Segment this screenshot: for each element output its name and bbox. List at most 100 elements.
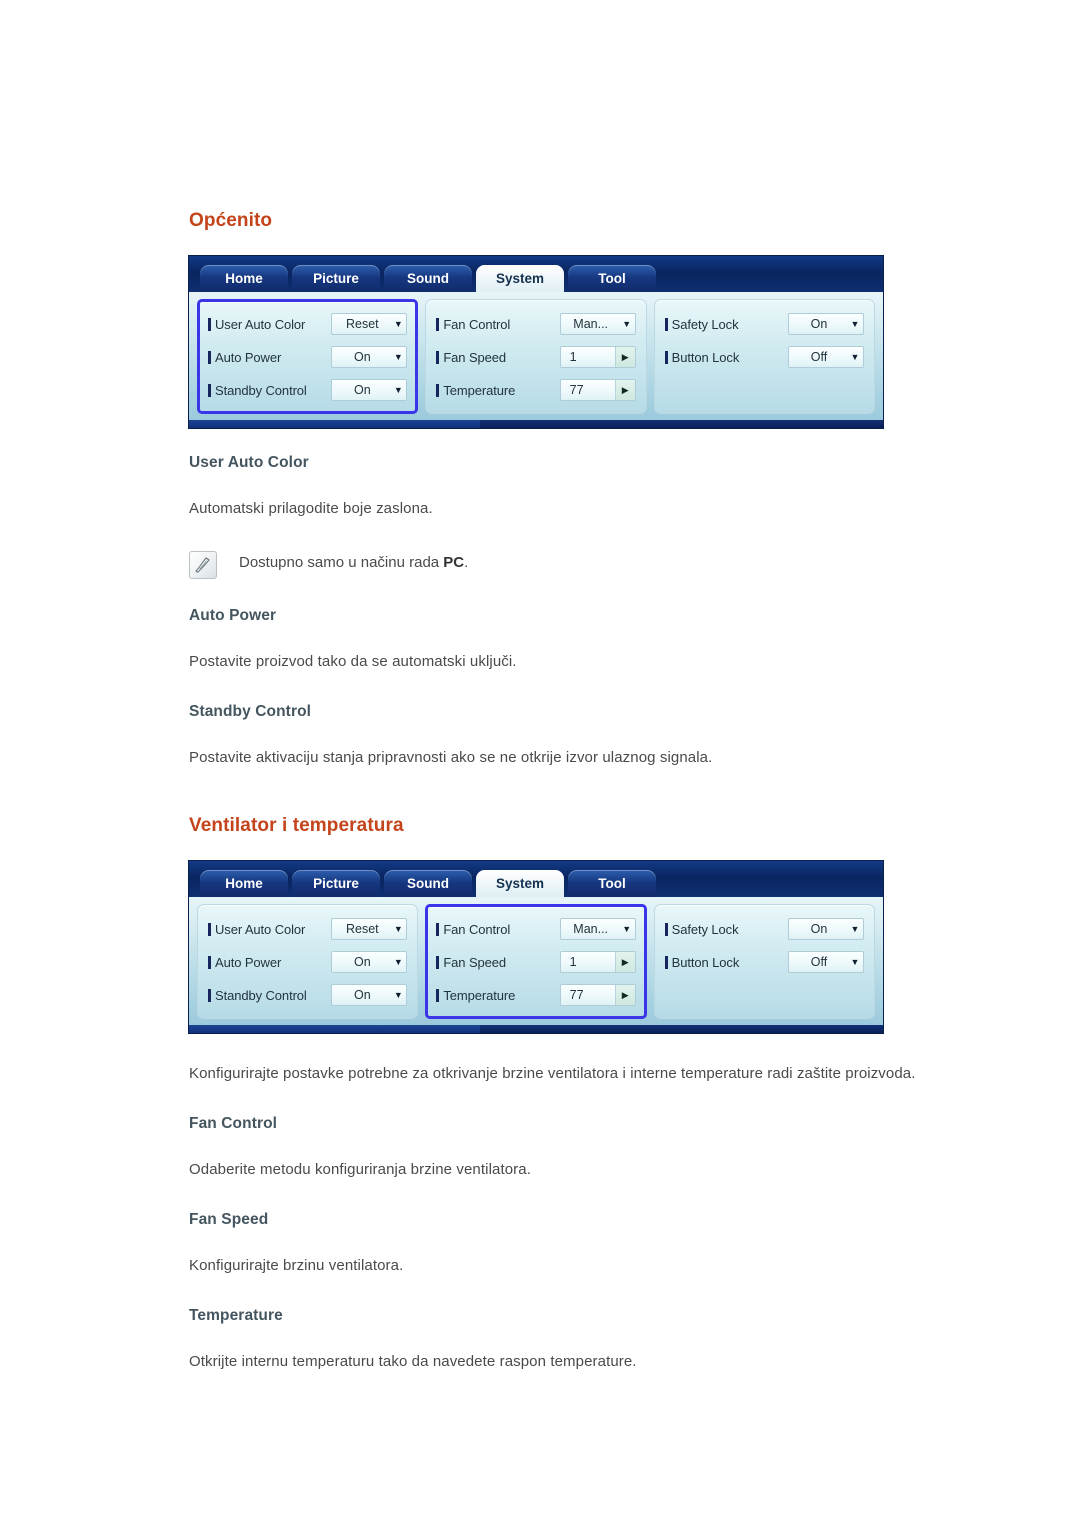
osd-dropdown[interactable]: On ▼ — [331, 379, 408, 401]
osd-row: Standby Control On ▼ — [208, 376, 408, 404]
osd-column-highlighted: User Auto Color Reset ▼ Auto Power On ▼ Standb… — [197, 299, 419, 414]
osd-spinner[interactable]: 1 ▶ — [559, 951, 636, 973]
row-marker-icon — [436, 350, 440, 364]
row-marker-icon — [436, 955, 440, 969]
osd-value: Reset — [346, 922, 379, 936]
osd-footer-accent — [189, 420, 481, 428]
tab-home[interactable]: Home — [200, 265, 288, 292]
chevron-down-icon: ▼ — [393, 385, 403, 395]
osd-dropdown[interactable]: Man... ▼ — [559, 313, 636, 335]
osd-dropdown[interactable]: On ▼ — [331, 951, 408, 973]
stepper-right-icon[interactable]: ▶ — [614, 985, 635, 1005]
osd-row-label: Standby Control — [215, 987, 307, 1003]
osd-column-highlighted: Fan Control Man... ▼ Fan Speed 1 ▶ Temperature… — [425, 904, 647, 1019]
setting-subheading: Auto Power — [189, 607, 277, 624]
osd-row-label: Safety Lock — [671, 316, 739, 332]
osd-row: Standby Control On ▼ — [208, 981, 408, 1009]
osd-row: User Auto Color Reset ▼ — [208, 915, 408, 943]
body-paragraph: Postavite proizvod tako da se automatski… — [189, 653, 517, 670]
chevron-down-icon: ▼ — [622, 319, 632, 329]
tab-tool[interactable]: Tool — [568, 265, 656, 292]
osd-row: Safety Lock On ▼ — [664, 915, 864, 943]
osd-dropdown[interactable]: Reset ▼ — [331, 313, 408, 335]
osd-panel: Home Picture Sound System Tool User Auto Colo… — [189, 256, 883, 428]
osd-row-label: Button Lock — [671, 349, 740, 365]
osd-row-label: Temperature — [443, 382, 516, 398]
osd-dropdown[interactable]: On ▼ — [331, 346, 408, 368]
row-marker-icon — [208, 955, 211, 969]
osd-column: Fan Control Man... ▼ Fan Speed 1 ▶ Temperature… — [425, 299, 647, 414]
tab-tool[interactable]: Tool — [568, 870, 656, 897]
osd-dropdown[interactable]: On ▼ — [331, 984, 408, 1006]
osd-row-label: Safety Lock — [671, 921, 739, 937]
chevron-down-icon: ▼ — [850, 352, 860, 362]
osd-row: Fan Speed 1 ▶ — [436, 948, 636, 976]
osd-value: On — [353, 955, 371, 969]
osd-row: Auto Power On ▼ — [208, 948, 408, 976]
osd-value: 1 — [569, 955, 577, 969]
osd-footer-bar — [189, 1025, 883, 1033]
note-text: Dostupno samo u načinu rada PC. — [239, 550, 468, 576]
chevron-down-icon: ▼ — [850, 319, 860, 329]
osd-row-label: Button Lock — [671, 954, 740, 970]
row-marker-icon — [208, 988, 211, 1002]
tab-picture[interactable]: Picture — [292, 870, 380, 897]
osd-row: User Auto Color Reset ▼ — [208, 310, 408, 338]
osd-footer-bar — [189, 420, 883, 428]
stepper-right-icon[interactable]: ▶ — [614, 380, 635, 400]
body-paragraph: Postavite aktivaciju stanja pripravnosti… — [189, 749, 713, 766]
setting-subheading: Fan Control — [189, 1115, 278, 1132]
section-heading: Općenito — [189, 210, 273, 231]
osd-row: Temperature 77 ▶ — [436, 376, 636, 404]
stepper-right-icon[interactable]: ▶ — [614, 952, 635, 972]
osd-dropdown[interactable]: On ▼ — [787, 313, 864, 335]
osd-dropdown[interactable]: Off ▼ — [787, 346, 864, 368]
tab-picture[interactable]: Picture — [292, 265, 380, 292]
osd-footer-accent — [189, 1025, 481, 1033]
osd-value: Man... — [573, 922, 609, 936]
row-marker-icon — [436, 922, 440, 936]
note-callout: Dostupno samo u načinu rada PC. — [189, 550, 979, 579]
chevron-down-icon: ▼ — [393, 924, 403, 934]
chevron-down-icon: ▼ — [393, 957, 403, 967]
stepper-right-icon[interactable]: ▶ — [614, 347, 635, 367]
chevron-down-icon: ▼ — [393, 352, 403, 362]
osd-row: Auto Power On ▼ — [208, 343, 408, 371]
osd-dropdown[interactable]: On ▼ — [787, 918, 864, 940]
osd-dropdown[interactable]: Reset ▼ — [331, 918, 408, 940]
row-marker-icon — [664, 350, 668, 364]
osd-value: Off — [810, 955, 828, 969]
osd-value: 77 — [569, 383, 584, 397]
osd-row: Button Lock Off ▼ — [664, 343, 864, 371]
osd-row: Safety Lock On ▼ — [664, 310, 864, 338]
tab-sound[interactable]: Sound — [384, 870, 472, 897]
osd-dropdown[interactable]: Off ▼ — [787, 951, 864, 973]
osd-spinner[interactable]: 1 ▶ — [559, 346, 636, 368]
tab-home[interactable]: Home — [200, 870, 288, 897]
tab-system[interactable]: System — [476, 870, 564, 897]
setting-subheading: User Auto Color — [189, 454, 309, 471]
tab-system[interactable]: System — [476, 265, 564, 292]
chevron-down-icon: ▼ — [393, 319, 403, 329]
body-paragraph: Odaberite metodu konfiguriranja brzine v… — [189, 1161, 531, 1178]
osd-row: Button Lock Off ▼ — [664, 948, 864, 976]
row-marker-icon — [436, 988, 440, 1002]
osd-spinner[interactable]: 77 ▶ — [559, 984, 636, 1006]
chevron-down-icon: ▼ — [850, 924, 860, 934]
osd-spinner[interactable]: 77 ▶ — [559, 379, 636, 401]
osd-value: On — [353, 350, 371, 364]
row-marker-icon — [436, 383, 440, 397]
tab-sound[interactable]: Sound — [384, 265, 472, 292]
osd-value: On — [353, 383, 371, 397]
osd-row-label: User Auto Color — [215, 316, 306, 332]
osd-value: Reset — [346, 317, 379, 331]
osd-settings-area: User Auto Color Reset ▼ Auto Power On ▼ Standb… — [189, 292, 883, 420]
body-paragraph: Otkrijte internu temperaturu tako da nav… — [189, 1353, 637, 1370]
note-text-after: . — [464, 554, 469, 571]
chevron-down-icon: ▼ — [393, 990, 403, 1000]
note-pen-icon — [189, 551, 217, 579]
osd-dropdown[interactable]: Man... ▼ — [559, 918, 636, 940]
row-marker-icon — [208, 383, 211, 397]
osd-value: On — [353, 988, 371, 1002]
osd-row: Temperature 77 ▶ — [436, 981, 636, 1009]
